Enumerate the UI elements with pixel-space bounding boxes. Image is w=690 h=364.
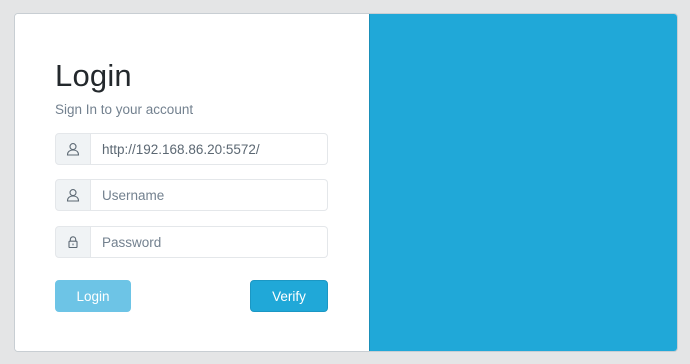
username-group	[55, 179, 328, 211]
verify-button[interactable]: Verify	[250, 280, 328, 312]
user-icon	[55, 179, 91, 211]
server-url-group	[55, 133, 328, 165]
username-input[interactable]	[91, 179, 328, 211]
brand-panel	[369, 14, 677, 351]
lock-icon	[55, 226, 91, 258]
password-input[interactable]	[91, 226, 328, 258]
server-url-input[interactable]	[91, 133, 328, 165]
login-button[interactable]: Login	[55, 280, 131, 312]
page-subtitle: Sign In to your account	[55, 102, 194, 117]
user-icon	[55, 133, 91, 165]
password-group	[55, 226, 328, 258]
login-form-panel: Login Sign In to your account http://192…	[15, 14, 369, 351]
page-title: Login	[55, 58, 132, 93]
login-card: Login Sign In to your account http://192…	[14, 13, 678, 352]
